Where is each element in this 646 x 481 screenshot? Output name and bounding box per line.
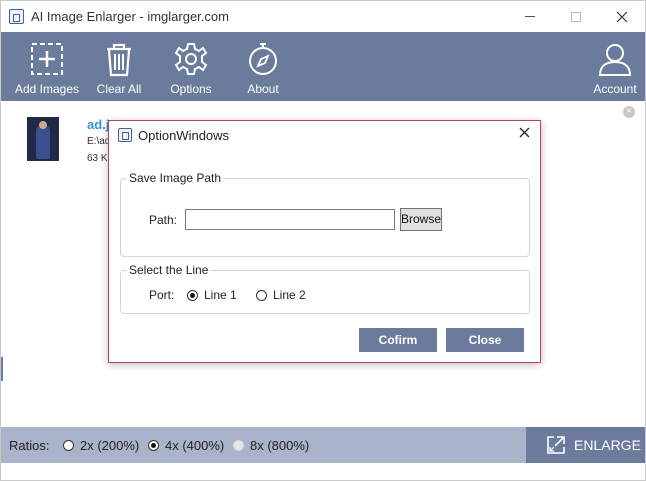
about-label: About [247, 82, 279, 96]
line-2-option[interactable]: Line 2 [256, 288, 306, 302]
app-window: AI Image Enlarger - imglarger.com Add Im… [0, 0, 646, 481]
enlarge-button[interactable]: ENLARGE [526, 427, 645, 463]
maximize-icon [571, 11, 581, 22]
trash-icon [107, 43, 131, 77]
ratio-4x-option[interactable]: 4x (400%) [148, 438, 224, 453]
add-images-button[interactable]: Add Images [15, 32, 79, 101]
radio-checked-icon[interactable] [187, 289, 198, 301]
line-1-label: Line 1 [204, 288, 237, 302]
radio-disabled-icon [233, 440, 244, 451]
close-icon [519, 127, 529, 138]
close-window-button[interactable] [599, 1, 645, 32]
ratio-bar: Ratios: 2x (200%) 4x (400%) 8x (800%) EN… [1, 427, 645, 463]
ratios-label: Ratios: [9, 438, 50, 453]
ratio-4x-label: 4x (400%) [165, 438, 225, 453]
minimize-icon [525, 16, 535, 17]
maximize-button[interactable] [553, 1, 599, 32]
ratio-2x-option[interactable]: 2x (200%) [63, 438, 139, 453]
port-label: Port: [149, 288, 175, 302]
confirm-button[interactable]: Cofirm [359, 328, 437, 352]
file-path: E:\ad [87, 136, 111, 147]
user-icon [598, 44, 632, 76]
dialog-app-icon [118, 128, 132, 142]
clear-all-label: Clear All [96, 82, 142, 96]
ratio-8x-option[interactable]: 8x (800%) [233, 438, 309, 453]
window-title: AI Image Enlarger - imglarger.com [31, 9, 229, 24]
toolbar: Add Images Clear All Options About Accou… [1, 32, 645, 101]
radio-icon[interactable] [63, 440, 74, 451]
add-images-label: Add Images [14, 82, 80, 96]
close-icon [616, 11, 628, 22]
account-label: Account [593, 82, 637, 96]
scroll-indicator [1, 357, 3, 381]
account-button[interactable]: Account [589, 32, 641, 101]
expand-icon [547, 436, 565, 454]
dialog-title: OptionWindows [138, 128, 230, 143]
options-label: Options [170, 82, 212, 96]
about-button[interactable]: About [237, 32, 289, 101]
image-thumbnail [27, 117, 59, 161]
minimize-button[interactable] [507, 1, 553, 32]
ratio-2x-label: 2x (200%) [80, 438, 140, 453]
title-bar: AI Image Enlarger - imglarger.com [1, 1, 645, 32]
app-icon [9, 9, 24, 24]
clear-all-button[interactable]: Clear All [93, 32, 145, 101]
file-name: ad.j [87, 117, 110, 132]
status-strip [1, 463, 645, 480]
line-1-option[interactable]: Line 1 [187, 288, 237, 302]
remove-item-icon[interactable]: × [623, 106, 635, 118]
dialog-close-button[interactable] [516, 126, 532, 142]
add-image-icon [31, 43, 63, 75]
browse-button[interactable]: Browse [400, 208, 442, 231]
gear-icon [174, 43, 208, 75]
radio-checked-icon[interactable] [148, 440, 159, 451]
ratio-8x-label: 8x (800%) [250, 438, 310, 453]
line-select-group: Select the Line Port: Line 1 Line 2 [120, 263, 530, 314]
enlarge-label: ENLARGE [574, 437, 641, 453]
line-select-legend: Select the Line [127, 263, 211, 277]
compass-icon [249, 43, 277, 75]
file-size: 63 K [87, 153, 108, 164]
close-button[interactable]: Close [446, 328, 524, 352]
save-path-group: Save Image Path Path: Browse [120, 171, 530, 257]
options-button[interactable]: Options [165, 32, 217, 101]
path-label: Path: [149, 213, 178, 227]
path-input[interactable] [185, 209, 395, 230]
line-2-label: Line 2 [273, 288, 306, 302]
radio-icon[interactable] [256, 289, 267, 301]
save-path-legend: Save Image Path [127, 171, 224, 185]
options-dialog: OptionWindows Save Image Path Path: Brow… [108, 120, 541, 363]
